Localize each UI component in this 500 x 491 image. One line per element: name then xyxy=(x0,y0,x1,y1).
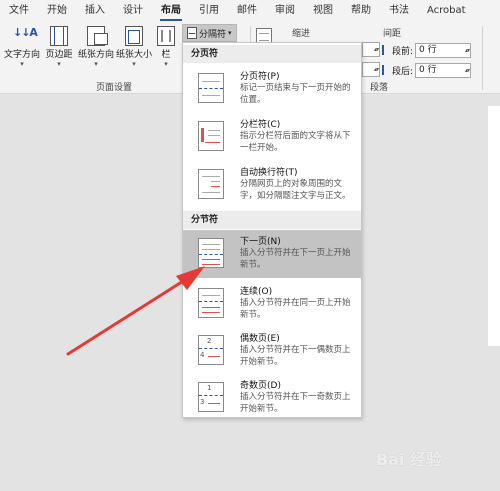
spacing-before-input[interactable]: 0 行 xyxy=(415,42,472,58)
section-breaks-header: 分节符 xyxy=(183,211,361,229)
document-page[interactable] xyxy=(488,106,500,346)
group-divider xyxy=(482,26,483,90)
indent-right-input[interactable] xyxy=(362,62,380,77)
spacing-after-input[interactable]: 0 行 xyxy=(415,62,472,78)
breaks-dropdown-menu: 分页符 分页符(P) 标记一页结束与下一页开始的位置。 分栏符(C) 指示分栏符… xyxy=(182,42,362,418)
margins-label: 页边距 xyxy=(45,50,73,60)
spacing-before-label: 段前: xyxy=(392,46,414,57)
chevron-down-icon: ▾ xyxy=(57,60,61,68)
spacing-after-row: 段后: 0 行 xyxy=(382,62,472,78)
menu-item-desc: 插入分节符并在同一页上开始新节。 xyxy=(240,298,351,320)
menu-item-desc: 标记一页结束与下一页开始的位置。 xyxy=(240,83,351,105)
page-break-icon xyxy=(198,73,224,103)
columns-button[interactable]: 栏 ▾ xyxy=(154,24,178,68)
tab-help[interactable]: 帮助 xyxy=(342,0,380,22)
tab-home[interactable]: 开始 xyxy=(38,0,76,22)
odd-page-section-icon: 1 3 xyxy=(198,382,224,412)
chevron-down-icon: ▾ xyxy=(132,60,136,68)
menu-item-title: 分栏符(C) xyxy=(240,120,281,130)
spacing-before-row: 段前: 0 行 xyxy=(382,42,472,58)
menu-item-title: 自动换行符(T) xyxy=(240,168,298,178)
menu-item-odd-page[interactable]: 1 3 奇数页(D) 插入分节符并在下一奇数页上开始新节。 xyxy=(183,374,361,422)
breaks-label: 分隔符 xyxy=(199,29,227,40)
menu-item-column-break[interactable]: 分栏符(C) 指示分栏符后面的文字将从下一栏开始。 xyxy=(183,113,361,161)
spacing-before-icon xyxy=(382,45,390,55)
columns-label: 栏 xyxy=(161,50,171,60)
menu-item-title: 奇数页(D) xyxy=(240,381,281,391)
menu-item-desc: 指示分栏符后面的文字将从下一栏开始。 xyxy=(240,131,351,153)
size-icon xyxy=(125,26,143,46)
chevron-down-icon: ▾ xyxy=(94,60,98,68)
menu-item-desc: 插入分节符并在下一页上开始新节。 xyxy=(240,248,351,270)
tab-view[interactable]: 视图 xyxy=(304,0,342,22)
spacing-after-icon xyxy=(382,65,390,75)
margins-icon xyxy=(50,26,68,46)
margins-button[interactable]: 页边距 ▾ xyxy=(42,24,76,68)
columns-icon xyxy=(157,26,175,46)
tab-mailings[interactable]: 邮件 xyxy=(228,0,266,22)
tab-file[interactable]: 文件 xyxy=(0,0,38,22)
page-setup-group-label: 页面设置 xyxy=(96,83,133,93)
orientation-button[interactable]: 纸张方向 ▾ xyxy=(77,24,115,68)
menu-item-desc: 插入分节符并在下一偶数页上开始新节。 xyxy=(240,345,351,367)
indent-left-input[interactable] xyxy=(362,42,380,57)
next-page-section-icon xyxy=(198,238,224,268)
text-wrapping-break-icon xyxy=(198,169,224,199)
menu-item-title: 连续(O) xyxy=(240,287,273,297)
watermark-logo: Bai 经验 xyxy=(376,450,443,469)
chevron-down-icon: ▾ xyxy=(164,60,168,68)
spacing-label: 间距 xyxy=(383,29,402,39)
breaks-icon xyxy=(187,27,197,39)
tab-calligraphy[interactable]: 书法 xyxy=(380,0,418,22)
page-breaks-header: 分页符 xyxy=(183,45,361,63)
menu-item-desc: 分隔网页上的对象周围的文字，如分隔题注文字与正文。 xyxy=(240,179,351,201)
chevron-down-icon: ▾ xyxy=(228,29,232,37)
ribbon-tab-bar: 文件 开始 插入 设计 布局 引用 邮件 审阅 视图 帮助 书法 Acrobat xyxy=(0,0,500,22)
tab-references[interactable]: 引用 xyxy=(190,0,228,22)
spacing-after-label: 段后: xyxy=(392,66,414,77)
menu-item-desc: 插入分节符并在下一奇数页上开始新节。 xyxy=(240,392,351,414)
menu-item-next-page[interactable]: 下一页(N) 插入分节符并在下一页上开始新节。 xyxy=(183,230,361,278)
menu-item-title: 偶数页(E) xyxy=(240,334,280,344)
continuous-section-icon xyxy=(198,288,224,318)
orientation-label: 纸张方向 xyxy=(77,50,114,60)
size-button[interactable]: 纸张大小 ▾ xyxy=(115,24,153,68)
orientation-icon xyxy=(87,26,108,46)
text-direction-label: 文字方向 xyxy=(3,50,40,60)
tab-acrobat[interactable]: Acrobat xyxy=(418,0,475,22)
menu-item-continuous[interactable]: 连续(O) 插入分节符并在同一页上开始新节。 xyxy=(183,280,361,328)
menu-item-page-break[interactable]: 分页符(P) 标记一页结束与下一页开始的位置。 xyxy=(183,65,361,113)
breaks-button[interactable]: 分隔符 ▾ xyxy=(182,24,237,42)
menu-item-title: 分页符(P) xyxy=(240,72,280,82)
text-direction-button[interactable]: 文字方向 ▾ xyxy=(2,24,42,68)
tab-review[interactable]: 审阅 xyxy=(266,0,304,22)
tab-insert[interactable]: 插入 xyxy=(76,0,114,22)
even-page-section-icon: 2 4 xyxy=(198,335,224,365)
text-direction-icon xyxy=(13,26,31,46)
menu-item-text-wrapping[interactable]: 自动换行符(T) 分隔网页上的对象周围的文字，如分隔题注文字与正文。 xyxy=(183,161,361,213)
chevron-down-icon: ▾ xyxy=(20,60,24,68)
column-break-icon xyxy=(198,121,224,151)
size-label: 纸张大小 xyxy=(115,50,152,60)
paragraph-group-label: 段落 xyxy=(370,83,389,93)
tab-layout[interactable]: 布局 xyxy=(152,0,190,22)
tab-design[interactable]: 设计 xyxy=(114,0,152,22)
indent-label: 缩进 xyxy=(292,29,311,39)
menu-item-even-page[interactable]: 2 4 偶数页(E) 插入分节符并在下一偶数页上开始新节。 xyxy=(183,327,361,375)
menu-item-title: 下一页(N) xyxy=(240,237,281,247)
